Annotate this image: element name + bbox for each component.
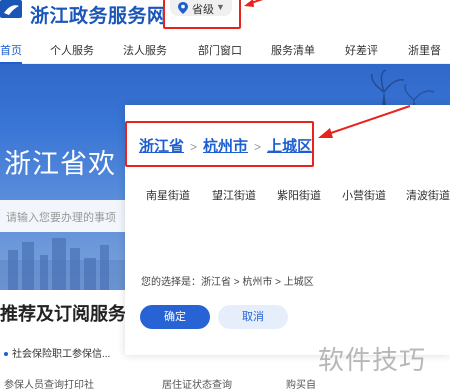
- nav-item-supervision[interactable]: 浙里督: [408, 42, 441, 58]
- cancel-button[interactable]: 取消: [218, 305, 288, 329]
- recommend-item[interactable]: 购买自: [286, 376, 316, 389]
- street-option-qingbo[interactable]: 清波街道: [406, 187, 450, 203]
- street-option-ziyang[interactable]: 紫阳街道: [277, 187, 321, 203]
- nav-item-service-list[interactable]: 服务清单: [271, 42, 315, 58]
- site-title[interactable]: 浙江政务服务网: [30, 1, 167, 28]
- recommend-item[interactable]: 参保人员查询打印社: [4, 376, 94, 389]
- street-option-wangjiang[interactable]: 望江街道: [212, 187, 256, 203]
- confirm-button[interactable]: 确定: [140, 305, 210, 329]
- recommend-item[interactable]: 社会保险职工参保信...: [4, 345, 110, 360]
- nav-item-departments[interactable]: 部门窗口: [198, 42, 242, 58]
- nav-item-rating[interactable]: 好差评: [345, 42, 378, 58]
- recommend-item-label: 社会保险职工参保信...: [12, 349, 111, 360]
- annotation-arrow-icon: [318, 105, 411, 138]
- recommend-item[interactable]: 居住证状态查询: [162, 376, 232, 389]
- bullet-icon: [4, 352, 8, 357]
- street-option-nanxing[interactable]: 南星街道: [146, 187, 190, 203]
- site-logo-icon[interactable]: [0, 0, 26, 22]
- street-option-xiaoying[interactable]: 小营街道: [342, 187, 386, 203]
- selection-summary: 您的选择是：浙江省 > 杭州市 > 上城区: [141, 277, 314, 288]
- nav-item-home[interactable]: 首页: [0, 42, 22, 58]
- watermark-text: 软件技巧: [318, 345, 427, 375]
- annotation-highlight-box: [125, 121, 314, 167]
- main-nav: 首页 个人服务 法人服务 部门窗口 服务清单 好差评 浙里督: [0, 34, 450, 64]
- recommend-title: 推荐及订阅服务: [0, 304, 126, 324]
- site-header: 浙江政务服务网 省级 ▼: [0, 0, 450, 34]
- annotation-arrow-icon: [244, 0, 264, 7]
- hero-welcome-text: 浙江省欢: [4, 149, 116, 179]
- nav-item-personal[interactable]: 个人服务: [50, 42, 94, 58]
- nav-item-corporate[interactable]: 法人服务: [123, 42, 167, 58]
- annotation-highlight-box: [163, 0, 241, 29]
